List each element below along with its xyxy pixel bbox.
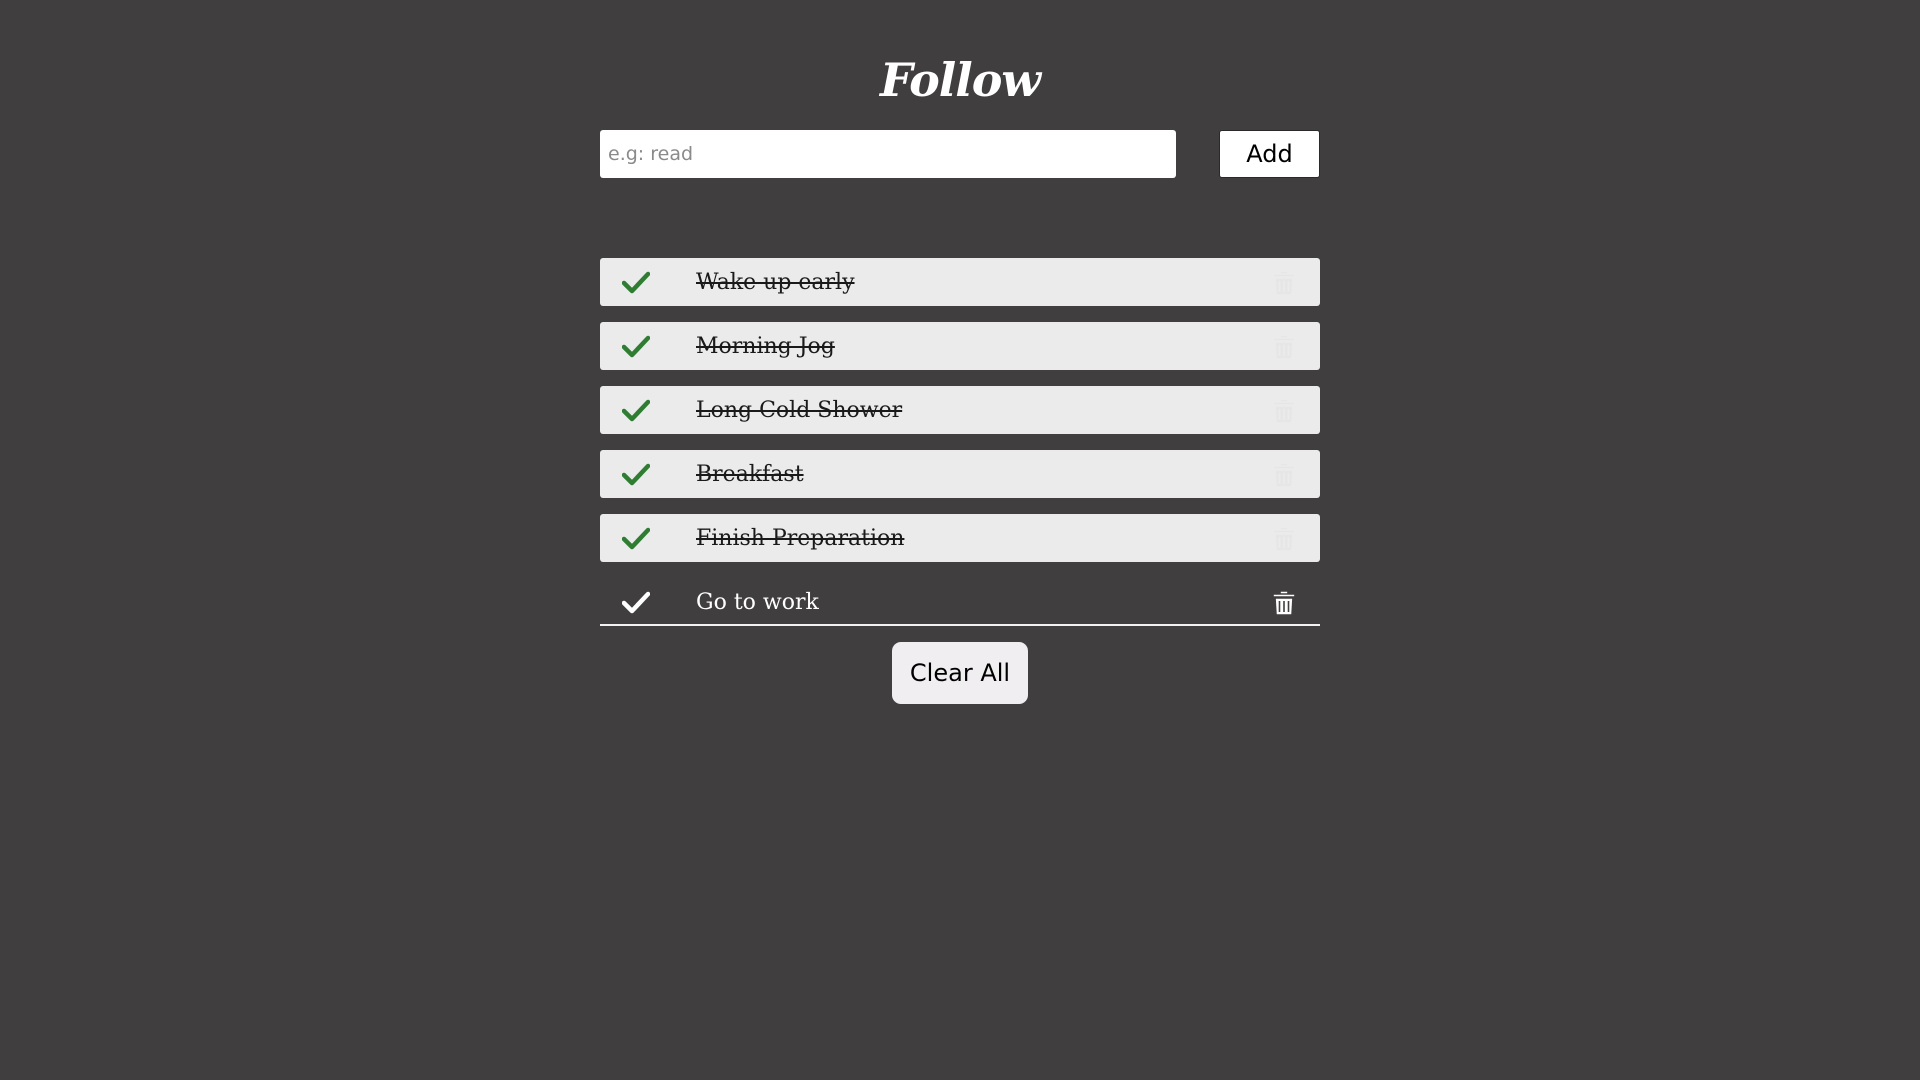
task-item: Wake up early <box>600 258 1320 306</box>
trash-icon[interactable] <box>1272 270 1296 296</box>
app-title: Follow <box>879 53 1041 107</box>
trash-icon[interactable] <box>1272 398 1296 424</box>
task-item: Go to work <box>600 578 1320 626</box>
check-icon[interactable] <box>622 270 650 294</box>
add-button[interactable]: Add <box>1219 130 1320 178</box>
task-list: Wake up early Morning Jog Long Cold Show… <box>600 258 1320 642</box>
clear-all-button[interactable]: Clear All <box>892 642 1028 704</box>
task-item: Morning Jog <box>600 322 1320 370</box>
check-icon[interactable] <box>622 526 650 550</box>
task-text: Finish Preparation <box>696 526 905 551</box>
task-text: Morning Jog <box>696 334 835 359</box>
task-text: Long Cold Shower <box>696 398 903 423</box>
task-item: Finish Preparation <box>600 514 1320 562</box>
check-icon[interactable] <box>622 398 650 422</box>
task-text: Breakfast <box>696 462 804 487</box>
task-input[interactable] <box>600 130 1176 178</box>
trash-icon[interactable] <box>1272 334 1296 360</box>
task-text: Wake up early <box>696 270 855 295</box>
task-item: Long Cold Shower <box>600 386 1320 434</box>
task-text: Go to work <box>696 590 819 615</box>
check-icon[interactable] <box>622 590 650 614</box>
trash-icon[interactable] <box>1272 526 1296 552</box>
check-icon[interactable] <box>622 462 650 486</box>
trash-icon[interactable] <box>1272 590 1296 616</box>
task-item: Breakfast <box>600 450 1320 498</box>
check-icon[interactable] <box>622 334 650 358</box>
trash-icon[interactable] <box>1272 462 1296 488</box>
